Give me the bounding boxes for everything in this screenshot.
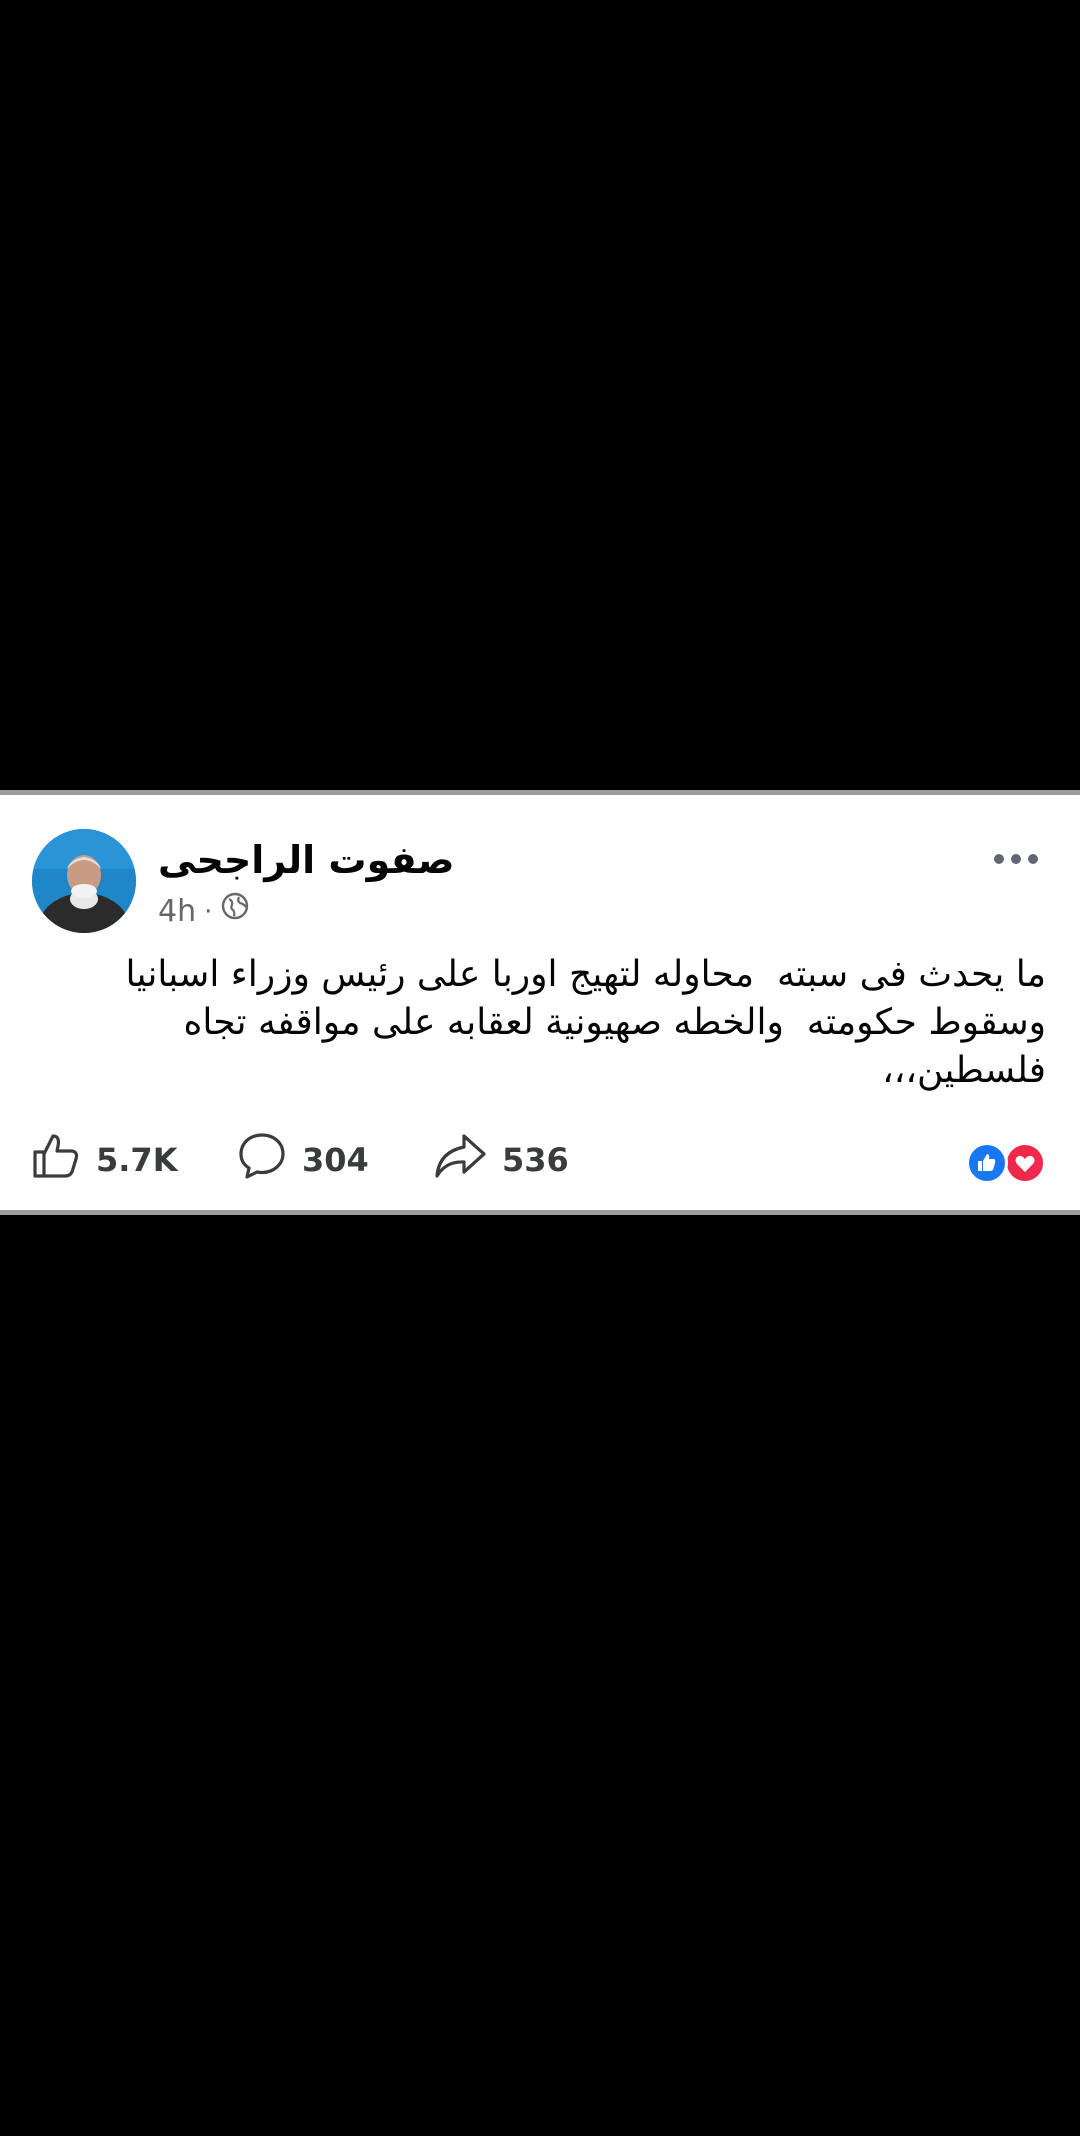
post-card: صفوت الراجحى 4h · ما يحدث فى سبته محاوله… — [0, 790, 1080, 1215]
thumbs-up-icon — [30, 1130, 82, 1190]
post-meta: 4h · — [158, 891, 250, 932]
meta-separator: · — [204, 896, 213, 927]
comment-icon — [236, 1130, 288, 1190]
more-options-icon — [994, 854, 1038, 864]
author-name[interactable]: صفوت الراجحى — [158, 835, 455, 885]
love-reaction-icon — [1004, 1142, 1046, 1184]
action-bar: 5.7K 304 536 — [0, 1125, 1080, 1195]
like-button[interactable]: 5.7K — [30, 1125, 177, 1195]
comment-button[interactable]: 304 — [236, 1125, 369, 1195]
post-text: ما يحدث فى سبته محاوله لتهيج اوربا على ر… — [114, 954, 1046, 1091]
more-options-button[interactable] — [988, 841, 1044, 877]
avatar-photo — [32, 829, 136, 933]
share-icon — [432, 1130, 488, 1190]
comment-count: 304 — [302, 1141, 369, 1179]
avatar[interactable] — [32, 829, 136, 933]
like-count: 5.7K — [96, 1141, 178, 1179]
globe-icon — [220, 891, 250, 932]
share-button[interactable]: 536 — [432, 1125, 569, 1195]
like-reaction-icon — [966, 1142, 1008, 1184]
share-count: 536 — [502, 1141, 569, 1179]
post-time[interactable]: 4h — [158, 892, 196, 932]
reactions-summary[interactable] — [966, 1142, 1050, 1184]
screen: صفوت الراجحى 4h · ما يحدث فى سبته محاوله… — [0, 0, 1080, 2136]
